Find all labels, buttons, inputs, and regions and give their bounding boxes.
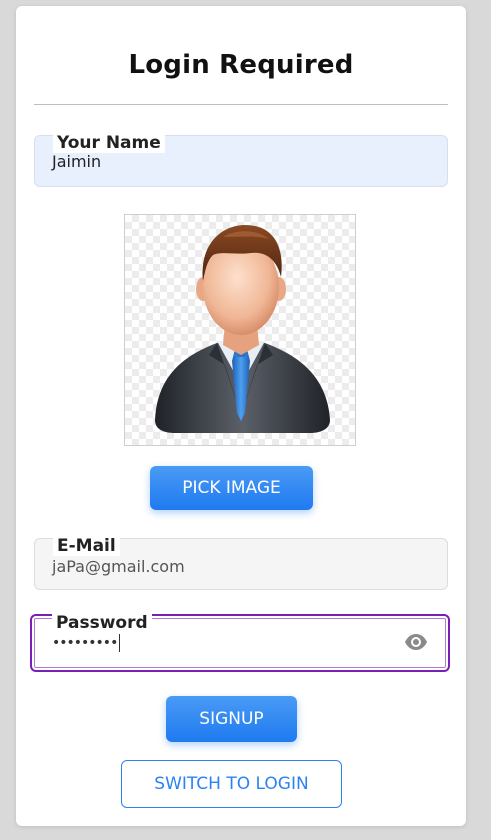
pick-image-button[interactable]: PICK IMAGE bbox=[150, 466, 313, 510]
email-field-value[interactable]: jaPa@gmail.com bbox=[52, 557, 185, 576]
auth-card: Login Required Your Name Jaimin PICK IMA… bbox=[16, 6, 466, 826]
name-field-value[interactable]: Jaimin bbox=[52, 152, 101, 171]
text-caret bbox=[119, 634, 121, 652]
password-field[interactable]: Password ••••••••• bbox=[30, 613, 450, 672]
eye-icon[interactable] bbox=[404, 633, 428, 651]
name-field-label: Your Name bbox=[53, 133, 165, 153]
signup-button[interactable]: SIGNUP bbox=[166, 696, 297, 742]
switch-to-login-button[interactable]: SWITCH TO LOGIN bbox=[121, 760, 342, 808]
title-divider bbox=[34, 104, 448, 105]
password-field-value-wrap[interactable]: ••••••••• bbox=[52, 634, 121, 652]
email-field-label: E-Mail bbox=[53, 536, 120, 556]
user-avatar-icon bbox=[155, 225, 330, 433]
page-title: Login Required bbox=[128, 50, 354, 80]
password-field-value[interactable]: ••••••••• bbox=[52, 635, 118, 651]
avatar-preview bbox=[124, 214, 356, 446]
page: Login Required Your Name Jaimin PICK IMA… bbox=[0, 0, 491, 840]
password-field-label: Password bbox=[52, 613, 152, 633]
name-field[interactable]: Your Name Jaimin bbox=[34, 133, 448, 187]
email-field[interactable]: E-Mail jaPa@gmail.com bbox=[34, 536, 448, 590]
